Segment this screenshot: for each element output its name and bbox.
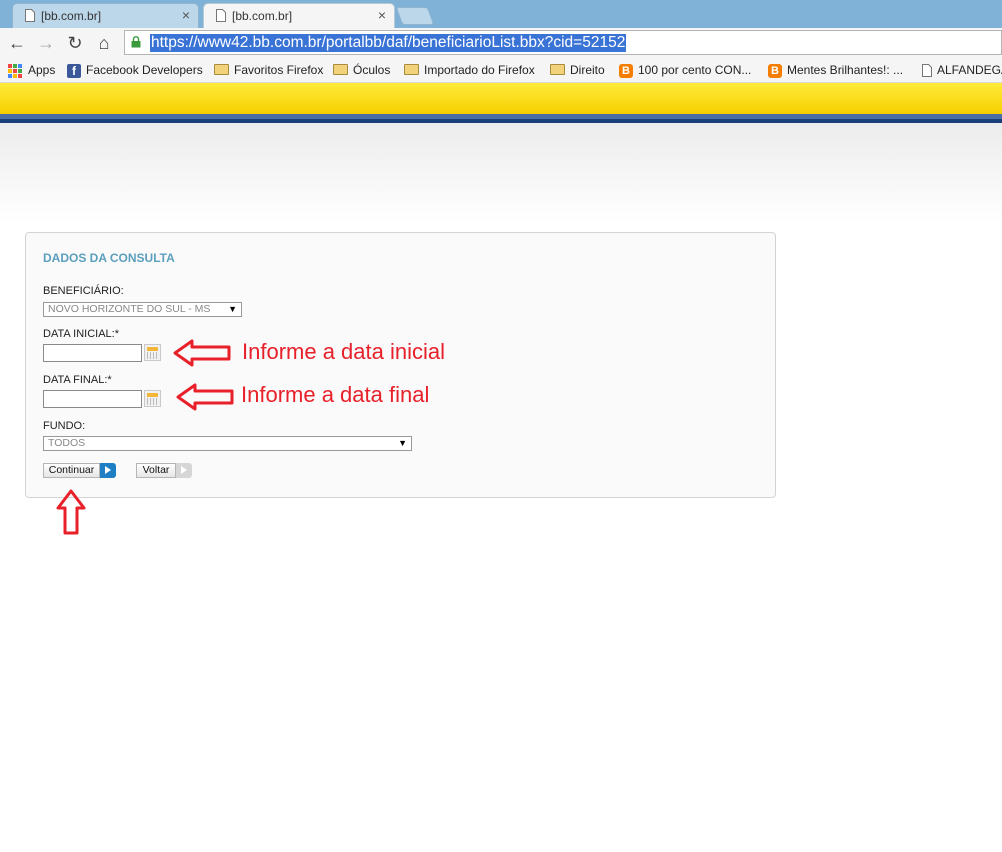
bookmark-100-por-cento[interactable]: B 100 por cento CON... [619,61,751,79]
bookmark-direito[interactable]: Direito [550,61,605,79]
bookmark-alfandega[interactable]: ALFANDEGA [922,61,1002,79]
fundo-select[interactable]: TODOS ▼ [43,436,412,451]
red-arrow-left-icon [176,383,234,411]
page-icon [25,9,35,22]
bookmark-apps[interactable]: Apps [8,61,55,79]
fundo-label: FUNDO: [43,420,86,432]
folder-icon [333,64,348,76]
site-header-yellow-bar [0,83,1002,114]
bookmark-label: Apps [28,63,56,77]
red-arrow-up-icon [56,489,86,535]
data-final-label: DATA FINAL:* [43,374,112,386]
bookmark-facebook-developers[interactable]: f Facebook Developers [67,61,203,79]
dropdown-arrow-icon: ▼ [398,438,407,448]
continuar-button[interactable]: Continuar [43,463,100,478]
new-tab-button[interactable] [395,7,435,25]
folder-icon [550,64,565,76]
bookmark-label: Direito [570,63,605,77]
page-icon [216,9,226,22]
folder-icon [214,64,229,76]
bookmark-favoritos-firefox[interactable]: Favoritos Firefox [214,61,323,79]
voltar-button[interactable]: Voltar [136,463,176,478]
play-arrow-icon[interactable] [176,463,192,478]
lock-icon [131,36,141,48]
tab-title: [bb.com.br] [41,9,102,23]
bookmark-label: ALFANDEGA [937,63,1002,77]
facebook-icon: f [67,63,81,78]
tab-bb-inactive[interactable]: [bb.com.br] × [12,3,199,28]
bookmark-label: 100 por cento CON... [638,63,752,77]
beneficiario-selected-value: NOVO HORIZONTE DO SUL - MS [48,303,211,315]
blogger-icon: B [619,63,633,78]
panel-title: DADOS DA CONSULTA [43,251,175,265]
browser-toolbar: ← → ↻ ⌂ https://www42.bb.com.br/portalbb… [0,28,1002,58]
annotation-data-final: Informe a data final [241,382,430,407]
beneficiario-select[interactable]: NOVO HORIZONTE DO SUL - MS ▼ [43,302,242,317]
bookmark-mentes-brilhantes[interactable]: B Mentes Brilhantes!: ... [768,61,903,79]
apps-grid-icon [8,63,22,78]
blogger-icon: B [768,63,782,78]
beneficiario-label: BENEFICIÁRIO: [43,285,124,297]
bookmark-label: Favoritos Firefox [234,63,324,77]
consulta-form-panel: DADOS DA CONSULTA BENEFICIÁRIO: NOVO HOR… [25,232,776,498]
data-inicial-input[interactable] [43,344,142,362]
tab-title: [bb.com.br] [232,9,293,23]
bookmark-oculos[interactable]: Óculos [333,61,390,79]
bookmark-label: Óculos [353,63,391,77]
red-arrow-left-icon [173,339,231,367]
close-icon[interactable]: × [378,7,386,23]
bookmark-label: Importado do Firefox [424,63,535,77]
folder-icon [404,64,419,76]
calendar-icon[interactable] [144,390,161,407]
data-inicial-label: DATA INICIAL:* [43,328,120,340]
bookmarks-bar: Apps f Facebook Developers Favoritos Fire… [0,58,1002,83]
address-bar[interactable]: https://www42.bb.com.br/portalbb/daf/ben… [124,30,1002,55]
forward-arrow-icon[interactable]: → [35,32,57,54]
url-text[interactable]: https://www42.bb.com.br/portalbb/daf/ben… [150,34,627,52]
bookmark-importado-firefox[interactable]: Importado do Firefox [404,61,535,79]
bookmark-label: Facebook Developers [86,63,203,77]
bookmark-label: Mentes Brilhantes!: ... [787,63,904,77]
calendar-icon[interactable] [144,344,161,361]
back-arrow-icon[interactable]: ← [6,32,28,54]
play-arrow-icon[interactable] [100,463,116,478]
fundo-selected-value: TODOS [48,437,86,449]
home-icon[interactable]: ⌂ [93,32,115,54]
annotation-data-inicial: Informe a data inicial [242,339,445,364]
tab-bb-active[interactable]: [bb.com.br] × [203,3,395,29]
reload-icon[interactable]: ↻ [64,32,86,54]
data-final-input[interactable] [43,390,142,408]
close-icon[interactable]: × [182,7,190,23]
page-icon [922,64,932,78]
browser-tab-strip: [bb.com.br] × [bb.com.br] × [0,0,1002,29]
dropdown-arrow-icon: ▼ [228,304,237,314]
header-gradient [0,123,1002,223]
